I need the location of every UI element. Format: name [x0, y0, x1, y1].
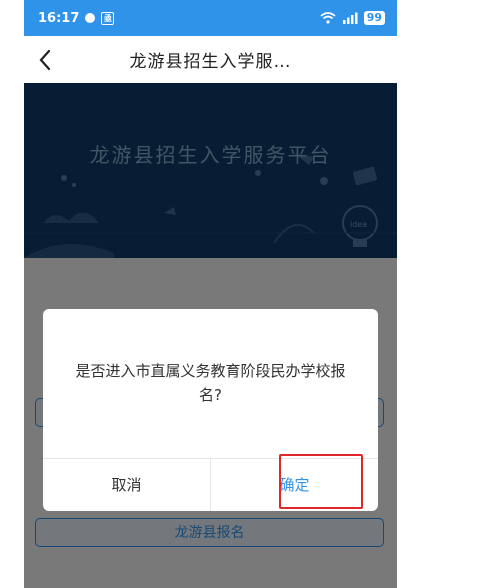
- dialog-message: 是否进入市直属义务教育阶段民办学校报名?: [75, 362, 346, 404]
- battery-level: 99: [363, 11, 385, 25]
- navigation-bar: 龙游县招生入学服…: [24, 36, 397, 83]
- back-arrow-icon[interactable]: [38, 49, 52, 71]
- app-notification-icon: 亟: [101, 11, 115, 25]
- status-right: 99: [320, 11, 385, 25]
- cancel-button[interactable]: 取消: [43, 459, 211, 511]
- status-left: 16:17 亟: [38, 10, 115, 26]
- signal-icon: [342, 12, 358, 24]
- phone-screen: 16:17 亟 99 龙游县招生入学服… 是否进入市直属义务教育阶段民办学校报名…: [24, 0, 397, 588]
- status-time: 16:17: [38, 10, 80, 26]
- notification-dot-icon: [85, 13, 96, 23]
- confirm-highlight-box: [279, 454, 363, 509]
- page-title: 龙游县招生入学服…: [129, 52, 292, 72]
- status-bar: 16:17 亟 99: [24, 0, 397, 36]
- wifi-icon: [320, 12, 336, 24]
